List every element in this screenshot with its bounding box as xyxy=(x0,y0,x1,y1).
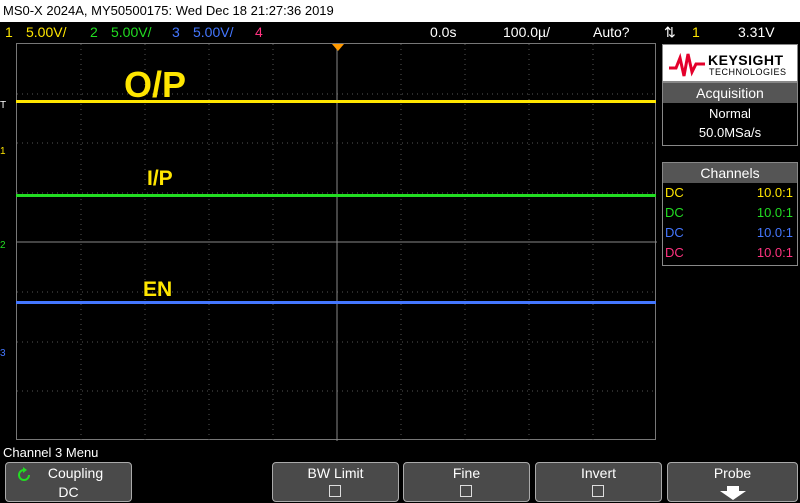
menu-title: Channel 3 Menu xyxy=(3,445,99,460)
channel-bar: 1 5.00V/ 2 5.00V/ 3 5.00V/ 4 0.0s 100.0µ… xyxy=(0,22,800,42)
ch3-ground-marker[interactable]: 3 xyxy=(0,348,6,360)
logo-sub: TECHNOLOGIES xyxy=(709,67,787,77)
ch3-number[interactable]: 3 xyxy=(172,22,180,42)
trace-ch3 xyxy=(16,301,656,304)
acquisition-rate: 50.0MSa/s xyxy=(698,125,762,140)
channel-1-probe: 10.0:1 xyxy=(756,185,793,200)
submenu-arrow-icon xyxy=(720,486,746,500)
ch1-scale[interactable]: 5.00V/ xyxy=(26,22,66,42)
probe-label: Probe xyxy=(713,465,752,481)
en-label: EN xyxy=(143,278,173,301)
coupling-label: Coupling xyxy=(47,465,104,481)
trace-ch1 xyxy=(16,100,656,103)
ch2-scale[interactable]: 5.00V/ xyxy=(111,22,151,42)
channel-4-coupling: DC xyxy=(665,245,684,260)
channel-row-3: DC 10.0:1 xyxy=(663,223,797,243)
coupling-softkey[interactable]: Coupling DC xyxy=(5,462,132,502)
trigger-mode[interactable]: Auto? xyxy=(593,22,630,42)
probe-softkey[interactable]: Probe xyxy=(667,462,798,502)
fine-softkey[interactable]: Fine xyxy=(403,462,530,502)
graticule xyxy=(17,44,657,441)
channel-row-2: DC 10.0:1 xyxy=(663,203,797,223)
ch1-ground-marker[interactable]: 1 xyxy=(0,146,6,158)
invert-checkbox[interactable] xyxy=(591,485,604,497)
acquisition-mode: Normal xyxy=(709,106,751,121)
channel-3-coupling: DC xyxy=(665,225,684,240)
channels-header: Channels xyxy=(663,163,797,183)
trigger-edge-icon: ⇅ xyxy=(664,24,676,40)
ch4-number[interactable]: 4 xyxy=(255,22,263,42)
time-scale[interactable]: 100.0µ/ xyxy=(503,22,550,42)
channel-2-probe: 10.0:1 xyxy=(756,205,793,220)
trigger-channel[interactable]: 1 xyxy=(692,22,700,42)
invert-label: Invert xyxy=(580,465,616,481)
channel-4-probe: 10.0:1 xyxy=(756,245,793,260)
acquisition-panel[interactable]: Acquisition Normal 50.0MSa/s xyxy=(662,82,798,146)
bw-limit-label: BW Limit xyxy=(307,465,364,481)
logo-brand: KEYSIGHT xyxy=(708,52,784,68)
bw-limit-checkbox[interactable] xyxy=(328,485,341,497)
fine-label: Fine xyxy=(452,465,481,481)
keysight-logo: KEYSIGHT TECHNOLOGIES xyxy=(662,44,798,82)
channel-3-probe: 10.0:1 xyxy=(756,225,793,240)
invert-softkey[interactable]: Invert xyxy=(535,462,662,502)
ch2-number[interactable]: 2 xyxy=(90,22,98,42)
bw-limit-softkey[interactable]: BW Limit xyxy=(272,462,399,502)
trigger-level[interactable]: 3.31V xyxy=(738,22,775,42)
channels-panel[interactable]: Channels DC 10.0:1 DC 10.0:1 DC 10.0:1 D… xyxy=(662,162,798,266)
trigger-level-marker[interactable]: T xyxy=(0,100,6,112)
coupling-value: DC xyxy=(58,484,79,500)
channel-2-coupling: DC xyxy=(665,205,684,220)
keysight-wave-icon xyxy=(669,52,705,77)
ch2-ground-marker[interactable]: 2 xyxy=(0,240,6,252)
fine-checkbox[interactable] xyxy=(459,485,472,497)
time-offset[interactable]: 0.0s xyxy=(430,22,456,42)
ch3-scale[interactable]: 5.00V/ xyxy=(193,22,233,42)
channel-row-1: DC 10.0:1 xyxy=(663,183,797,203)
op-label: O/P xyxy=(124,64,187,105)
trigger-position-icon[interactable] xyxy=(332,44,344,52)
title-bar: MS0-X 2024A, MY50500175: Wed Dec 18 21:2… xyxy=(0,0,800,22)
ip-label: I/P xyxy=(147,167,173,190)
ch1-number[interactable]: 1 xyxy=(5,22,13,42)
channel-row-4: DC 10.0:1 xyxy=(663,243,797,263)
acquisition-header: Acquisition xyxy=(663,83,797,103)
channel-1-coupling: DC xyxy=(665,185,684,200)
trace-ch2 xyxy=(16,194,656,197)
